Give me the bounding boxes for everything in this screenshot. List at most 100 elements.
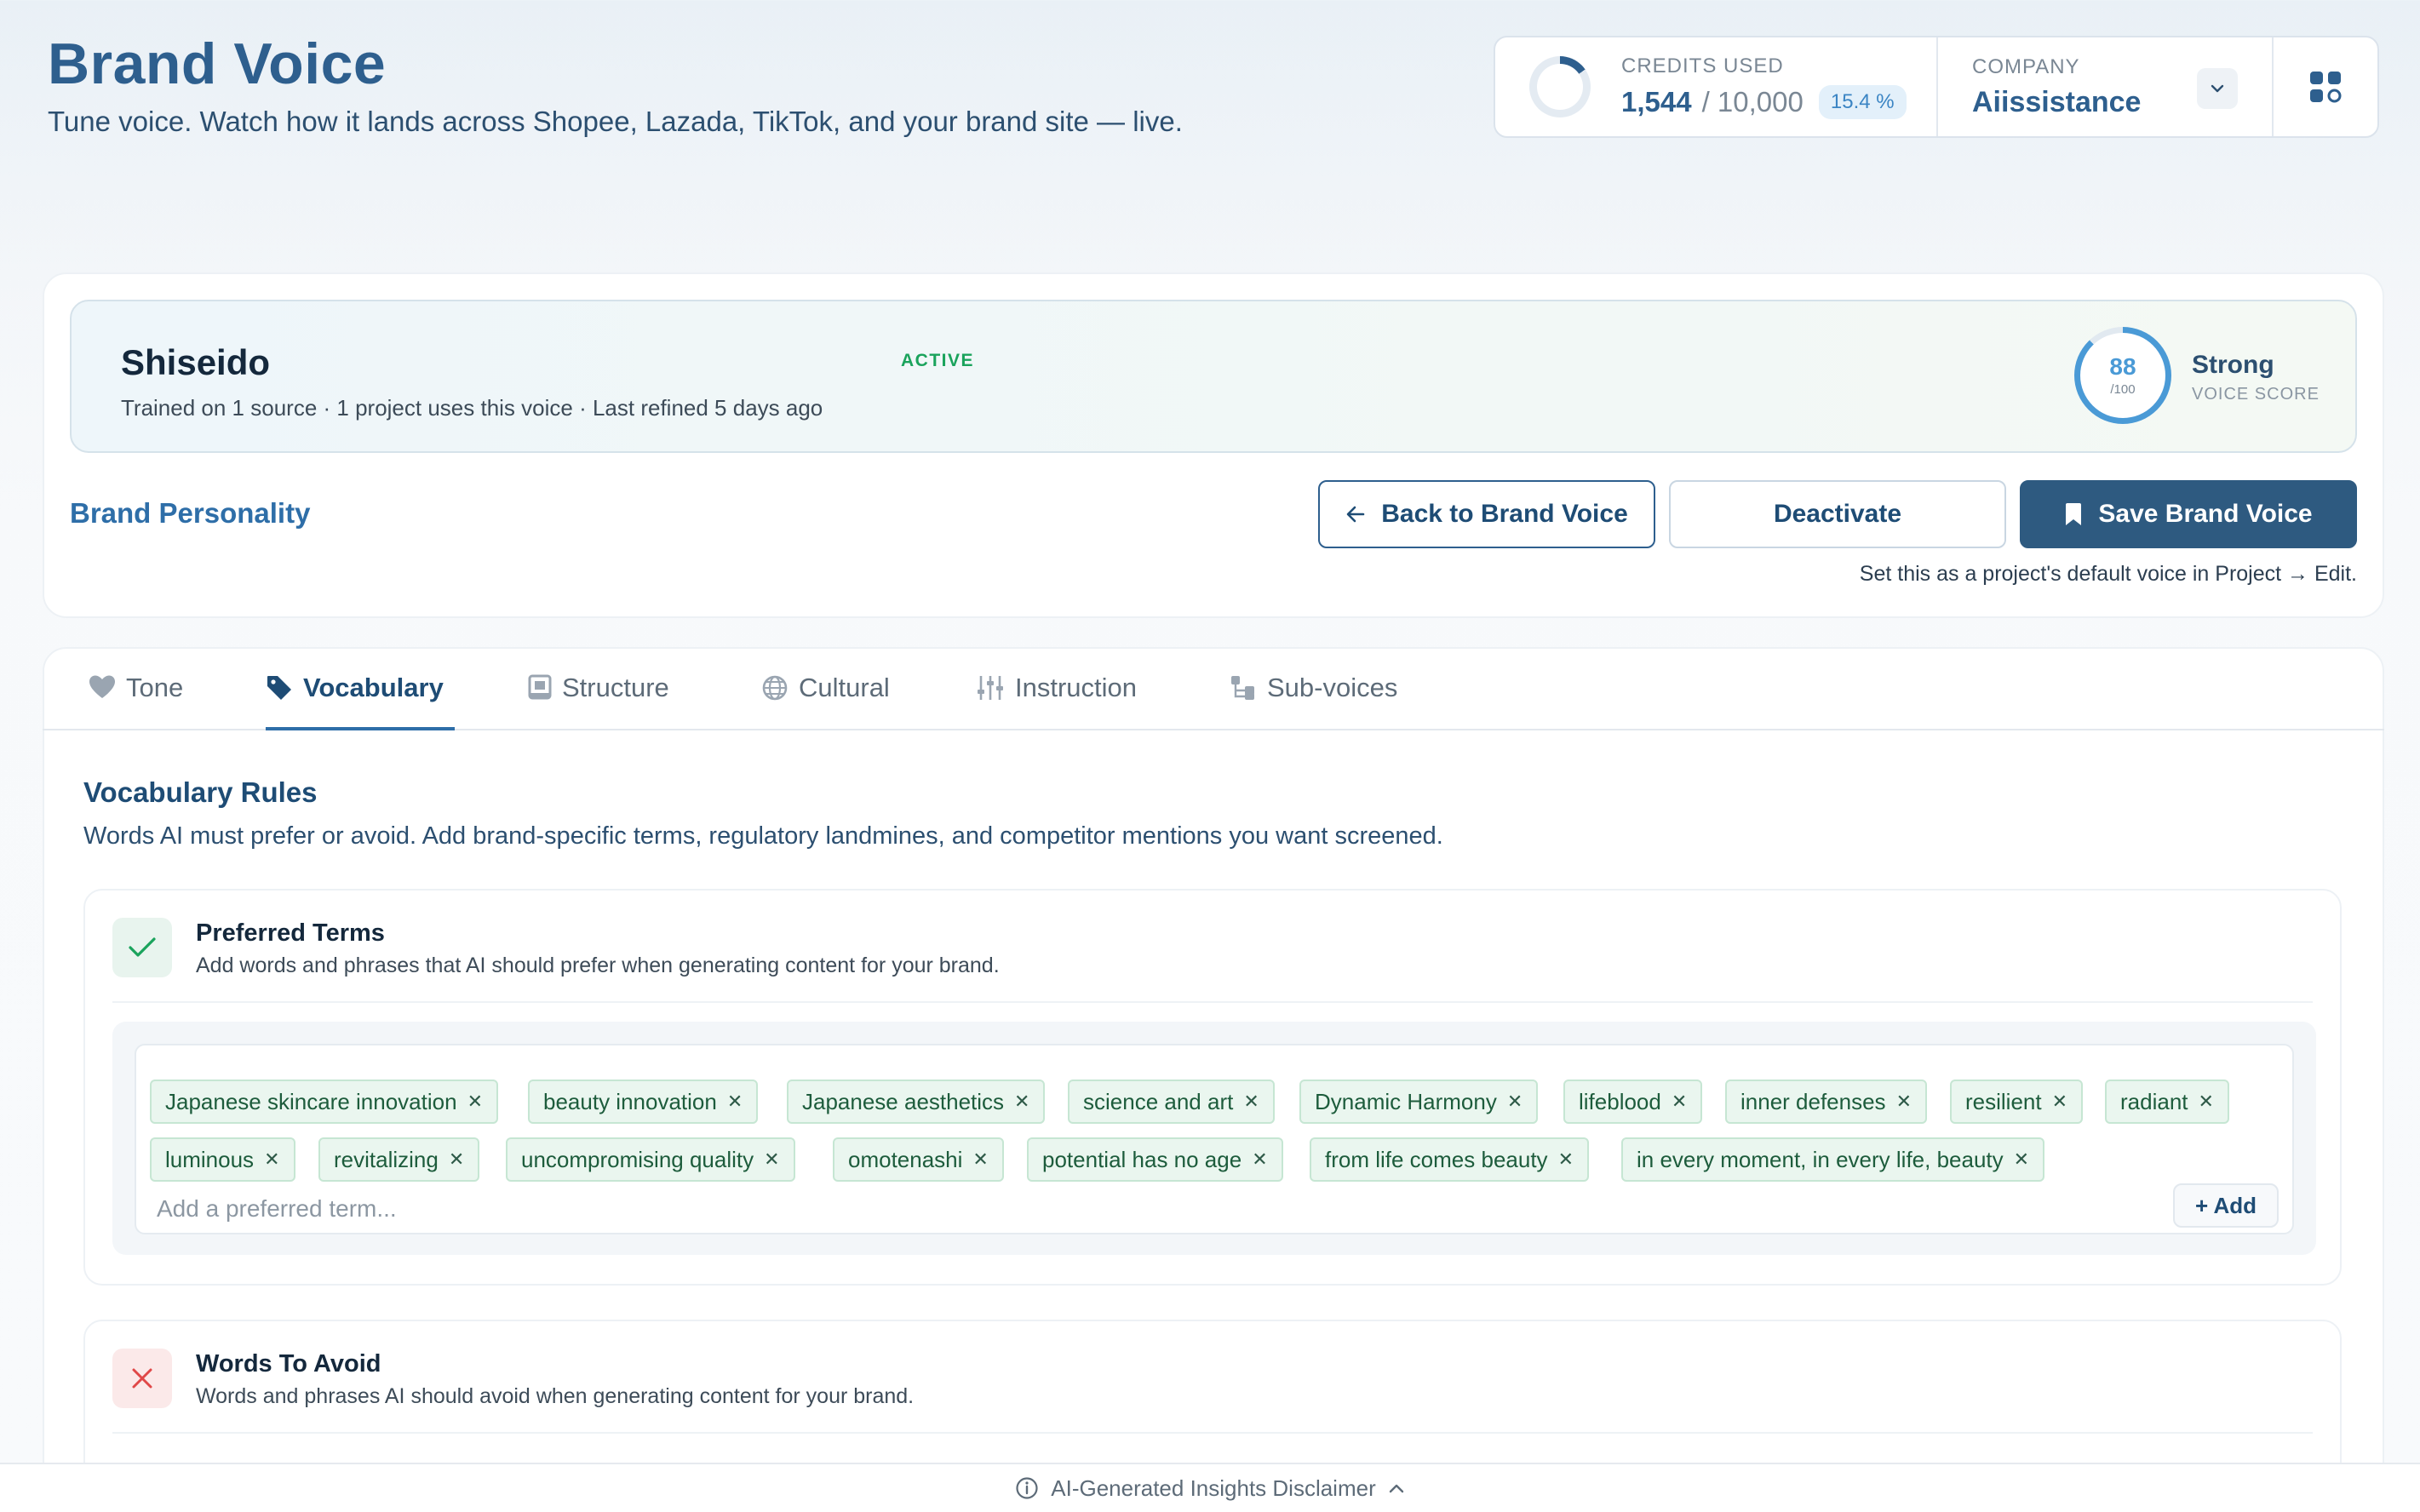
x-icon [112,1349,172,1408]
chevron-up-icon[interactable] [1388,1482,1405,1494]
term-chip[interactable]: Japanese skincare innovation ✕ [150,1080,498,1124]
term-chip[interactable]: lifeblood ✕ [1563,1080,1703,1124]
words-to-avoid-title: Words To Avoid [196,1350,381,1377]
voice-meta: Trained on 1 source · 1 project uses thi… [121,395,823,421]
term-chip-label: radiant [2120,1088,2188,1114]
term-chip[interactable]: in every moment, in every life, beauty ✕ [1621,1137,2045,1182]
term-chip-label: Japanese aesthetics [802,1088,1005,1114]
preferred-terms-area: Japanese skincare innovation ✕ beauty inn… [112,1022,2316,1255]
remove-term-icon[interactable]: ✕ [1507,1091,1523,1113]
term-chip-label: science and art [1083,1088,1234,1114]
tab-label: Tone [126,673,184,702]
term-chip-label: lifeblood [1579,1088,1661,1114]
preferred-terms-input-box: Japanese skincare innovation ✕ beauty inn… [135,1044,2294,1234]
remove-term-icon[interactable]: ✕ [264,1148,279,1171]
credits-section: CREDITS USED 1,544 / 10,000 15.4 % [1495,37,1938,136]
remove-term-icon[interactable]: ✕ [1252,1148,1267,1171]
vocabulary-rules-subtitle: Words AI must prefer or avoid. Add brand… [83,822,1443,850]
remove-term-icon[interactable]: ✕ [1014,1091,1029,1113]
preferred-terms-title: Preferred Terms [196,919,385,947]
add-term-button[interactable]: + Add [2173,1183,2279,1228]
tab-label: Cultural [799,673,890,702]
term-chip[interactable]: luminous ✕ [150,1137,295,1182]
page-title: Brand Voice [48,32,387,96]
term-chip-label: inner defenses [1740,1088,1886,1114]
remove-term-icon[interactable]: ✕ [972,1148,988,1171]
term-chip[interactable]: inner defenses ✕ [1725,1080,1927,1124]
remove-term-icon[interactable]: ✕ [764,1148,779,1171]
save-brand-voice-button[interactable]: Save Brand Voice [2020,480,2357,548]
sliders-icon [976,674,1005,708]
term-chip[interactable]: Japanese aesthetics ✕ [787,1080,1046,1124]
usage-card: CREDITS USED 1,544 / 10,000 15.4 % COMPA… [1494,36,2379,138]
disclaimer-bar[interactable]: AI-Generated Insights Disclaimer [0,1463,2420,1512]
save-button-label: Save Brand Voice [2098,500,2313,528]
voice-score-max: /100 [2110,381,2136,397]
term-chip[interactable]: revitalizing ✕ [318,1137,480,1182]
tab-tone[interactable]: Tone [89,673,183,730]
check-icon [112,918,172,977]
divider [112,1001,2313,1003]
tab-label: Structure [562,673,669,702]
apps-grid-button[interactable] [2274,37,2377,136]
add-preferred-term-input[interactable] [157,1195,1689,1223]
company-selector[interactable]: COMPANY Aiissistance [1938,37,2274,136]
term-chip[interactable]: Dynamic Harmony ✕ [1299,1080,1539,1124]
company-label: COMPANY [1972,54,2080,78]
voice-name: Shiseido [121,342,271,382]
term-chip[interactable]: radiant ✕ [2105,1080,2229,1124]
term-chip[interactable]: science and art ✕ [1068,1080,1275,1124]
remove-term-icon[interactable]: ✕ [467,1091,483,1113]
term-chip-label: luminous [165,1146,255,1172]
remove-term-icon[interactable]: ✕ [2014,1148,2029,1171]
status-badge: ACTIVE [901,351,975,370]
default-voice-hint: Set this as a project's default voice in… [1859,562,2357,586]
divider [112,1432,2313,1434]
disclaimer-text: AI-Generated Insights Disclaimer [1051,1475,1376,1501]
term-chip[interactable]: beauty innovation ✕ [528,1080,759,1124]
term-chip[interactable]: from life comes beauty ✕ [1310,1137,1589,1182]
credits-total-value: / 10,000 [1701,86,1804,117]
chevron-down-icon[interactable] [2197,68,2238,109]
remove-term-icon[interactable]: ✕ [2199,1091,2214,1113]
term-chip[interactable]: potential has no age ✕ [1027,1137,1283,1182]
back-to-brand-voice-button[interactable]: Back to Brand Voice [1318,480,1655,548]
term-chip-label: Dynamic Harmony [1315,1088,1497,1114]
remove-term-icon[interactable]: ✕ [449,1148,464,1171]
tab-instruction[interactable]: Instruction [976,673,1137,730]
structure-icon [528,674,552,707]
term-chip[interactable]: omotenashi ✕ [833,1137,1004,1182]
preferred-terms-desc: Add words and phrases that AI should pre… [196,954,1000,977]
term-chip-label: beauty innovation [543,1088,717,1114]
term-chip-label: potential has no age [1042,1146,1242,1172]
tab-label: Instruction [1015,673,1138,702]
remove-term-icon[interactable]: ✕ [1558,1148,1574,1171]
term-chip-label: from life comes beauty [1325,1146,1548,1172]
vocabulary-rules-title: Vocabulary Rules [83,776,318,808]
brand-personality-title: Brand Personality [70,497,311,529]
term-chip-label: revitalizing [334,1146,439,1172]
tab-label: Sub-voices [1267,673,1398,702]
term-chip-label: resilient [1965,1088,2042,1114]
voice-summary-card: Shiseido ACTIVE Trained on 1 source · 1 … [70,300,2357,453]
tab-sub-voices[interactable]: Sub-voices [1230,673,1397,730]
remove-term-icon[interactable]: ✕ [1672,1091,1687,1113]
deactivate-button[interactable]: Deactivate [1669,480,2006,548]
term-chip-label: uncompromising quality [521,1146,754,1172]
remove-term-icon[interactable]: ✕ [1896,1091,1912,1113]
subvoices-icon [1230,674,1257,708]
company-name: Aiissistance [1972,85,2142,118]
voice-score-value: 88 [2109,352,2136,380]
remove-term-icon[interactable]: ✕ [1243,1091,1259,1113]
bookmark-icon [2064,502,2083,526]
info-icon [1015,1476,1039,1500]
term-chip[interactable]: resilient ✕ [1950,1080,2084,1124]
back-button-label: Back to Brand Voice [1381,500,1628,528]
term-chip-label: omotenashi [848,1146,963,1172]
tab-cultural[interactable]: Cultural [761,673,890,730]
remove-term-icon[interactable]: ✕ [2052,1091,2067,1113]
tab-vocabulary[interactable]: Vocabulary [266,673,455,730]
term-chip[interactable]: uncompromising quality ✕ [506,1137,795,1182]
tab-structure[interactable]: Structure [528,673,669,730]
remove-term-icon[interactable]: ✕ [727,1091,743,1113]
